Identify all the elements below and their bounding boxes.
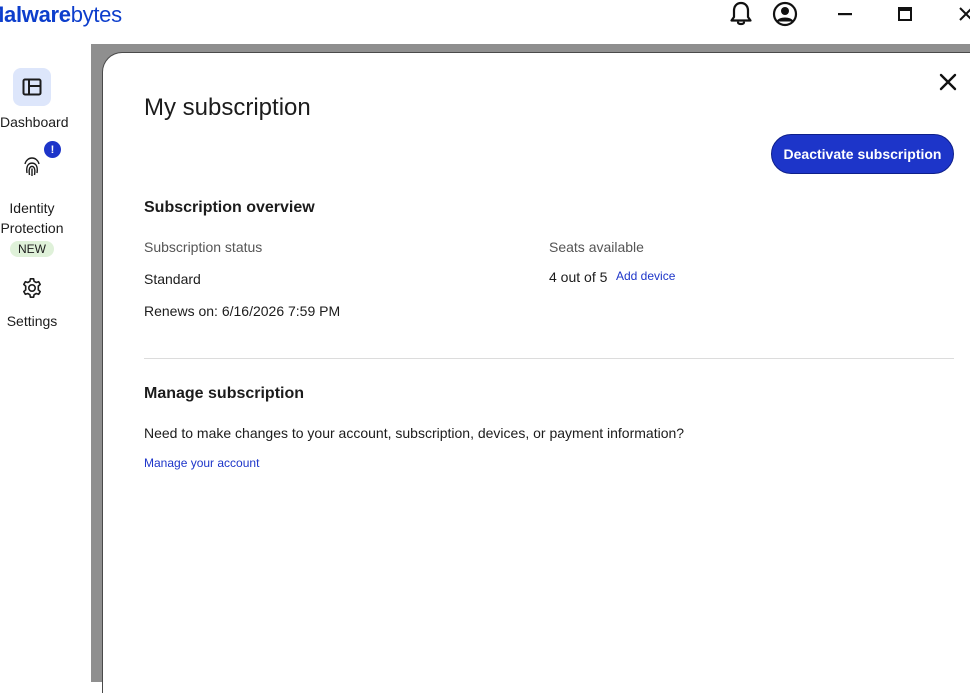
gear-icon bbox=[23, 278, 41, 298]
subscription-overview-heading: Subscription overview bbox=[144, 199, 315, 216]
title-bar: Malwarebytes bbox=[0, 0, 970, 44]
malwarebytes-logo: Malwarebytes bbox=[0, 2, 122, 28]
bell-icon[interactable] bbox=[728, 0, 754, 28]
subscription-status-label: Subscription status bbox=[144, 239, 263, 255]
manage-subscription-heading: Manage subscription bbox=[144, 385, 305, 402]
sidebar: Dashboard ! Identity Protection NEW Sett… bbox=[0, 44, 92, 682]
sidebar-item-label: Settings bbox=[6, 313, 58, 329]
fingerprint-icon-box: ! bbox=[13, 141, 61, 186]
manage-account-link[interactable]: Manage your account bbox=[144, 456, 259, 470]
add-device-link[interactable]: Add device bbox=[616, 269, 675, 283]
account-icon[interactable] bbox=[771, 0, 799, 28]
sidebar-item-identity-protection[interactable]: ! Identity Protection NEW bbox=[0, 141, 64, 257]
fingerprint-icon bbox=[24, 157, 40, 176]
subscription-status-value: Standard bbox=[144, 271, 201, 287]
logo-bold-text: Malware bbox=[0, 2, 71, 27]
gear-icon-box bbox=[13, 269, 51, 307]
minimize-icon[interactable] bbox=[834, 0, 856, 28]
notification-badge: ! bbox=[44, 141, 61, 158]
sidebar-item-label-line2: Protection bbox=[0, 220, 64, 236]
sidebar-item-settings[interactable]: Settings bbox=[0, 269, 64, 329]
section-divider bbox=[144, 358, 954, 359]
close-icon bbox=[939, 73, 957, 91]
page-title: My subscription bbox=[144, 94, 311, 121]
sidebar-item-label: Identity Protection bbox=[0, 198, 64, 238]
maximize-icon[interactable] bbox=[894, 0, 916, 28]
subscription-panel: My subscription Deactivate subscription … bbox=[102, 52, 970, 693]
dashboard-icon bbox=[22, 78, 42, 96]
renewal-date: Renews on: 6/16/2026 7:59 PM bbox=[144, 303, 341, 319]
sidebar-item-label-line1: Identity bbox=[9, 200, 55, 216]
deactivate-subscription-button[interactable]: Deactivate subscription bbox=[771, 134, 954, 174]
manage-description: Need to make changes to your account, su… bbox=[144, 425, 685, 441]
panel-close-button[interactable] bbox=[937, 71, 959, 93]
seats-available-value: 4 out of 5 bbox=[549, 269, 608, 285]
sidebar-item-label: Dashboard bbox=[0, 114, 69, 130]
sidebar-item-dashboard[interactable]: Dashboard bbox=[0, 68, 69, 130]
close-icon[interactable] bbox=[956, 0, 970, 28]
seats-available-label: Seats available bbox=[549, 239, 644, 255]
logo-light-text: bytes bbox=[70, 2, 122, 27]
dashboard-icon-box bbox=[13, 68, 51, 106]
new-tag: NEW bbox=[10, 241, 54, 257]
